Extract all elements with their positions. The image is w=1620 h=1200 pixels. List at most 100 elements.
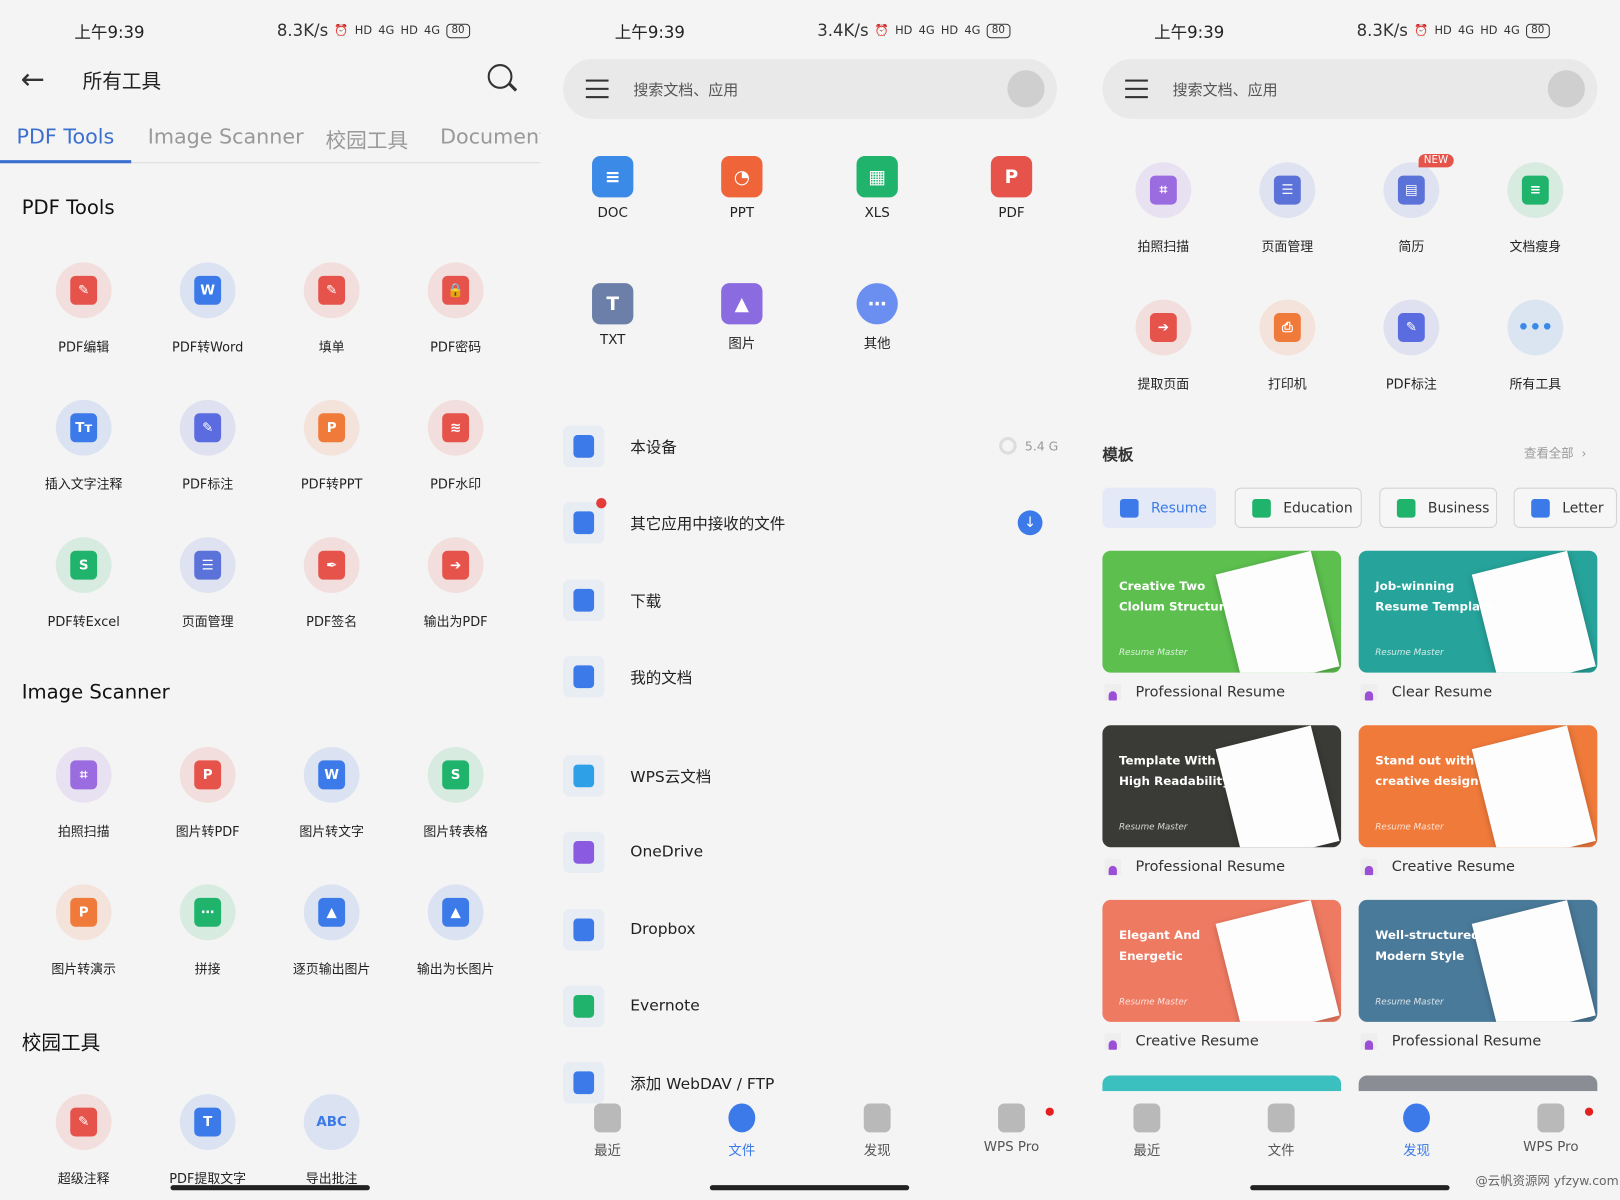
- tool-image-to-sheet[interactable]: S 图片转表格: [399, 747, 513, 840]
- tool-pdf-password[interactable]: 🔒 PDF密码: [399, 262, 513, 355]
- tool-pdf-to-excel[interactable]: S PDF转Excel: [27, 537, 141, 630]
- download-circle-icon[interactable]: ↓: [1017, 510, 1043, 536]
- template-card[interactable]: Job-winning Resume Template Resume Master: [1358, 550, 1598, 673]
- app-xls[interactable]: ▦ XLS: [831, 156, 924, 221]
- tool-pdf-to-word[interactable]: W PDF转Word: [151, 262, 265, 355]
- location-add[interactable]: 添加 WebDAV / FTP: [563, 1060, 1059, 1105]
- tool-image-to-ppt[interactable]: P 图片转演示: [27, 884, 141, 977]
- tool-slim-doc[interactable]: ≡ 文档瘦身: [1479, 162, 1593, 255]
- nav-files[interactable]: 文件: [695, 1103, 788, 1159]
- tool-pdf-edit[interactable]: ✎ PDF编辑: [27, 262, 141, 355]
- location-received-files[interactable]: 其它应用中接收的文件 ↓: [563, 498, 1059, 545]
- home-indicator[interactable]: [1250, 1185, 1450, 1191]
- tool-extract-page[interactable]: ➔ 提取页面: [1107, 299, 1221, 393]
- search-bar[interactable]: 搜索文档、应用: [1102, 58, 1598, 119]
- tool-icon-bg: ☰: [1259, 162, 1316, 219]
- discover-screen: 上午9:39 8.3K/s ⏰ HD 4G HD 4G 80 搜索文档、应用 ⌗ 拍照扫描 ☰ 页…: [1079, 0, 1620, 1200]
- template-label[interactable]: Professional Resume: [1104, 858, 1285, 876]
- template-label[interactable]: Clear Resume: [1360, 683, 1492, 701]
- tool-icon-bg: ▲: [303, 884, 360, 941]
- tool-icon-bg: ✎: [1383, 299, 1440, 356]
- nav-files[interactable]: 文件: [1235, 1103, 1328, 1159]
- tool-pdf-markup[interactable]: ✎ PDF标注: [1355, 299, 1469, 393]
- app-pdf[interactable]: P PDF: [965, 156, 1058, 221]
- tab-1[interactable]: Image Scanner: [148, 124, 304, 149]
- tool-scan[interactable]: ⌗ 拍照扫描: [27, 747, 141, 840]
- tool-pdf-markup[interactable]: ✎ PDF标注: [151, 399, 265, 493]
- tool-fill-form[interactable]: ✎ 填单: [275, 262, 389, 355]
- nav-wps-pro[interactable]: WPS Pro: [1504, 1103, 1597, 1155]
- tool-page-manage[interactable]: ☰ 页面管理: [1231, 162, 1345, 255]
- chip-letter[interactable]: Letter: [1513, 487, 1617, 528]
- nav-discover[interactable]: 发现: [831, 1103, 924, 1159]
- tool-text-annotation[interactable]: Tт 插入文字注释: [27, 399, 141, 493]
- tool-printer[interactable]: ⎙ 打印机: [1231, 299, 1345, 393]
- tool-pdf-to-ppt[interactable]: P PDF转PPT: [275, 399, 389, 493]
- tool-pdf-watermark[interactable]: ≋ PDF水印: [399, 399, 513, 493]
- template-card[interactable]: Template With High Readability Resume Mas…: [1102, 725, 1342, 848]
- files-icon: [728, 1103, 756, 1133]
- tab-2[interactable]: 校园工具: [325, 124, 408, 154]
- template-card[interactable]: Stand out with creative design Resume Mas…: [1358, 725, 1598, 848]
- menu-icon[interactable]: [1125, 79, 1148, 99]
- location-onedrive[interactable]: OneDrive: [563, 830, 1059, 875]
- tool-export-comments[interactable]: ABC 导出批注: [275, 1094, 389, 1187]
- tool-pdf-sign[interactable]: ✒ PDF签名: [275, 537, 389, 630]
- template-label[interactable]: Creative Resume: [1360, 858, 1515, 876]
- tool-label: 简历: [1398, 238, 1425, 255]
- tool-super-annotation[interactable]: ✎ 超级注释: [27, 1094, 141, 1187]
- home-indicator[interactable]: [709, 1185, 910, 1191]
- tab-0[interactable]: PDF Tools: [17, 124, 115, 149]
- chip-education[interactable]: Education: [1234, 487, 1362, 528]
- tool-pdf-extract-text[interactable]: T PDF提取文字: [151, 1094, 265, 1187]
- tool-more[interactable]: ••• 所有工具: [1479, 299, 1593, 393]
- nav-discover[interactable]: 发现: [1370, 1103, 1463, 1159]
- app-ppt[interactable]: ◔ PPT: [695, 156, 788, 221]
- location-dropbox[interactable]: Dropbox: [563, 907, 1059, 952]
- chip-resume[interactable]: Resume: [1102, 487, 1217, 528]
- template-card[interactable]: Creative Two Clolum Structure Resume Mast…: [1102, 550, 1342, 673]
- home-indicator[interactable]: [170, 1185, 370, 1191]
- tool-export-long-image[interactable]: ▲ 输出为长图片: [399, 884, 513, 977]
- tab-3[interactable]: Document: [440, 124, 540, 149]
- location-evernote[interactable]: Evernote: [563, 984, 1059, 1029]
- menu-icon[interactable]: [585, 79, 609, 99]
- view-all-link[interactable]: 查看全部 ›: [1524, 444, 1586, 462]
- search-bar[interactable]: 搜索文档、应用: [563, 58, 1057, 119]
- app-图片[interactable]: ▲ 图片: [695, 283, 788, 352]
- app-其他[interactable]: ⋯ 其他: [831, 283, 924, 352]
- chip-business[interactable]: Business: [1379, 487, 1498, 528]
- template-label[interactable]: Professional Resume: [1104, 683, 1285, 701]
- tool-icon-bg: 🔒: [427, 262, 484, 319]
- template-label[interactable]: Professional Resume: [1360, 1033, 1541, 1050]
- location-cloud-cube[interactable]: WPS云文档: [563, 753, 1059, 798]
- tool-stitch[interactable]: ⋯ 拼接: [151, 884, 265, 977]
- back-arrow-icon[interactable]: ←: [21, 62, 45, 96]
- tool-resume[interactable]: ▤ NEW 简历: [1355, 153, 1469, 255]
- tool-scan[interactable]: ⌗ 拍照扫描: [1107, 162, 1221, 255]
- battery-icon: 80: [446, 23, 470, 38]
- nav-recent[interactable]: 最近: [561, 1103, 654, 1159]
- slim-doc-icon: ≡: [1521, 175, 1549, 205]
- template-card[interactable]: Well-structured Modern Style Resume Maste…: [1358, 899, 1598, 1022]
- avatar[interactable]: [1547, 70, 1585, 108]
- template-title: Creative Two Clolum Structure: [1118, 578, 1233, 614]
- tool-export-pdf[interactable]: ➔ 输出为PDF: [399, 537, 513, 630]
- chip-label: Resume: [1150, 499, 1207, 517]
- nav-wps-pro[interactable]: WPS Pro: [965, 1103, 1058, 1155]
- nav-recent[interactable]: 最近: [1100, 1103, 1193, 1159]
- location-phone[interactable]: 本设备 5.4 G: [563, 424, 1059, 469]
- location-download[interactable]: 下载: [563, 578, 1059, 623]
- location-folder[interactable]: 我的文档: [563, 654, 1059, 699]
- tool-page-manage[interactable]: ☰ 页面管理: [151, 537, 265, 630]
- avatar[interactable]: [1007, 70, 1045, 108]
- tool-export-pages-image[interactable]: ▲ 逐页输出图片: [275, 884, 389, 977]
- template-card[interactable]: Elegant And Energetic Resume Master: [1102, 899, 1342, 1022]
- app-doc[interactable]: ≡ DOC: [566, 156, 659, 221]
- tool-image-to-text[interactable]: W 图片转文字: [275, 747, 389, 840]
- pdf-to-ppt-icon: P: [318, 413, 346, 443]
- template-label[interactable]: Creative Resume: [1104, 1033, 1259, 1050]
- app-txt[interactable]: T TXT: [566, 283, 659, 348]
- location-label: Dropbox: [630, 919, 696, 939]
- tool-image-to-pdf[interactable]: P 图片转PDF: [151, 747, 265, 840]
